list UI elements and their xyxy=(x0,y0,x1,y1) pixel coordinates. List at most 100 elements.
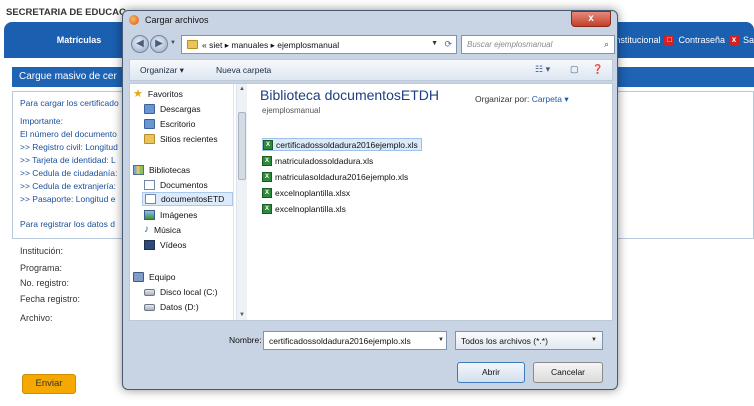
file-name: matriculadossoldadura.xls xyxy=(275,155,374,166)
cancel-button[interactable]: Cancelar xyxy=(533,362,603,383)
nav-item-documentos[interactable]: Documentos xyxy=(144,178,208,192)
dialog-titlebar[interactable]: Cargar archivos x xyxy=(123,11,617,29)
help-icon[interactable]: ❓ xyxy=(592,64,603,75)
file-name: matriculasoldadura2016ejemplo.xls xyxy=(275,171,409,182)
nav-item-label: Documentos xyxy=(160,180,208,190)
excel-file-icon: X xyxy=(262,187,272,198)
search-icon: ⌕ xyxy=(603,39,609,49)
breadcrumb-separator-icon[interactable]: ▸ xyxy=(271,40,275,50)
organize-menu[interactable]: Organizar ▾ xyxy=(140,65,184,76)
info-line: >> Pasaporte: Longitud e xyxy=(20,194,116,204)
nav-matriculas[interactable]: Matrículas xyxy=(24,22,134,58)
close-button[interactable]: x xyxy=(571,11,611,27)
nav-salir[interactable]: Sa xyxy=(743,35,754,45)
back-arrow-icon[interactable]: ◀ xyxy=(131,35,149,53)
info-line: >> Tarjeta de identidad: L xyxy=(20,155,116,165)
filename-input[interactable]: certificadossoldadura2016ejemplo.xls xyxy=(263,331,447,350)
nav-item-disco-local[interactable]: Disco local (C:) xyxy=(144,285,218,299)
dialog-content: ★ Favoritos Descargas Escritorio Sitios r… xyxy=(129,83,613,321)
navigation-pane: ★ Favoritos Descargas Escritorio Sitios r… xyxy=(130,84,234,320)
forward-arrow-icon[interactable]: ▶ xyxy=(150,35,168,53)
filename-dropdown-icon[interactable]: ▼ xyxy=(438,337,444,343)
refresh-icon[interactable]: ⟳ xyxy=(444,39,452,50)
nav-item-escritorio[interactable]: Escritorio xyxy=(144,117,195,131)
file-name: certificadossoldadura2016ejemplo.xls xyxy=(276,139,418,150)
info-line: Para registrar los datos d xyxy=(20,219,115,229)
preview-pane-icon[interactable]: ▢ xyxy=(570,64,579,75)
breadcrumb-ejemplosmanual[interactable]: ejemplosmanual xyxy=(277,40,339,50)
scroll-up-icon[interactable]: ▲ xyxy=(239,86,245,92)
libraries-icon xyxy=(133,165,144,175)
library-subtitle: ejemplosmanual xyxy=(262,106,321,115)
library-title: Biblioteca documentosETDH xyxy=(260,87,439,103)
documents-icon xyxy=(144,180,155,190)
nav-item-label: Bibliotecas xyxy=(149,165,191,175)
scroll-thumb[interactable] xyxy=(238,112,246,180)
address-bar[interactable]: « siet ▸ manuales ▸ ejemplosmanual ▼ ⟳ xyxy=(181,35,457,54)
history-dropdown-icon[interactable]: ▼ xyxy=(170,40,176,46)
nav-scrollbar[interactable]: ▲ ▼ xyxy=(236,84,247,320)
nav-item-favoritos[interactable]: ★ Favoritos xyxy=(133,87,183,101)
filename-label: Nombre: xyxy=(229,335,262,345)
nav-item-sitios-recientes[interactable]: Sitios recientes xyxy=(144,132,218,146)
file-item[interactable]: Xexcelnoplantilla.xls xyxy=(262,202,349,215)
nav-item-label: Imágenes xyxy=(160,210,198,220)
nav-contrasena[interactable]: Contraseña xyxy=(678,35,725,45)
address-dropdown-icon[interactable]: ▼ xyxy=(431,40,438,47)
enviar-button[interactable]: Enviar xyxy=(22,374,76,394)
nav-item-documentosetd[interactable]: documentosETD xyxy=(142,192,233,206)
form-label-fecha: Fecha registro: xyxy=(20,294,81,304)
nav-item-imagenes[interactable]: Imágenes xyxy=(144,208,197,222)
nav-institucional[interactable]: nstitucional xyxy=(615,35,660,45)
library-folder-icon xyxy=(145,194,156,204)
nav-item-videos[interactable]: Vídeos xyxy=(144,238,186,252)
file-item[interactable]: Xmatriculasoldadura2016ejemplo.xls xyxy=(262,170,411,183)
info-line: >> Registro civil: Longitud xyxy=(20,142,118,152)
nav-item-label: Datos (D:) xyxy=(160,302,199,312)
breadcrumb-manuales[interactable]: manuales xyxy=(231,40,268,50)
folder-icon xyxy=(187,40,198,49)
info-line: Importante: xyxy=(20,116,63,126)
dialog-toolbar: Organizar ▾ Nueva carpeta ☷ ▾ ▢ ❓ xyxy=(129,59,613,81)
nav-item-label: Disco local (C:) xyxy=(160,287,218,297)
file-item[interactable]: Xexcelnoplantilla.xlsx xyxy=(262,186,353,199)
breadcrumb-overflow[interactable]: « xyxy=(202,40,207,50)
nav-item-label: Sitios recientes xyxy=(160,134,218,144)
info-line: >> Cedula de ciudadanía: xyxy=(20,168,118,178)
nav-item-descargas[interactable]: Descargas xyxy=(144,102,201,116)
music-icon: ♪ xyxy=(144,224,149,235)
file-item[interactable]: Xmatriculadossoldadura.xls xyxy=(262,154,376,167)
arrange-by: Organizar por: Carpeta ▾ xyxy=(475,94,569,105)
filetype-select[interactable]: Todos los archivos (*.*) ▼ xyxy=(455,331,603,350)
info-line: El número del documento xyxy=(20,129,117,139)
scroll-down-icon[interactable]: ▼ xyxy=(239,312,245,318)
videos-icon xyxy=(144,240,155,250)
dialog-app-icon xyxy=(129,15,139,25)
search-placeholder: Buscar ejemplosmanual xyxy=(467,40,553,49)
app-title: SECRETARIA DE EDUCAC xyxy=(6,7,126,18)
nav-item-datos[interactable]: Datos (D:) xyxy=(144,300,199,314)
new-folder-button[interactable]: Nueva carpeta xyxy=(216,65,271,75)
nav-item-bibliotecas[interactable]: Bibliotecas xyxy=(133,163,190,177)
info-line: >> Cedula de extranjería: xyxy=(20,181,116,191)
excel-file-icon: X xyxy=(263,139,273,150)
nav-item-label: Descargas xyxy=(160,104,201,114)
open-button[interactable]: Abrir xyxy=(457,362,525,383)
address-row: ◀ ▶ ▼ « siet ▸ manuales ▸ ejemplosmanual… xyxy=(123,33,617,57)
file-name: excelnoplantilla.xls xyxy=(275,203,346,214)
pictures-icon xyxy=(144,210,155,220)
view-options-icon[interactable]: ☷ ▾ xyxy=(535,64,550,75)
file-item[interactable]: Xcertificadossoldadura2016ejemplo.xls xyxy=(262,138,422,151)
dialog-title: Cargar archivos xyxy=(145,15,209,25)
breadcrumb-siet[interactable]: siet xyxy=(209,40,222,50)
chevron-down-icon: ▼ xyxy=(591,337,597,343)
nav-item-label: Música xyxy=(154,225,181,235)
breadcrumb-separator-icon[interactable]: ▸ xyxy=(225,40,229,50)
search-input[interactable]: Buscar ejemplosmanual ⌕ xyxy=(461,35,615,54)
nav-item-musica[interactable]: ♪ Música xyxy=(144,223,181,237)
arrange-dropdown[interactable]: Carpeta ▾ xyxy=(532,94,569,104)
recent-places-icon xyxy=(144,134,155,144)
close-session-icon: x xyxy=(728,35,739,45)
form-label-institucion: Institución: xyxy=(20,246,64,256)
nav-item-equipo[interactable]: Equipo xyxy=(133,270,175,284)
